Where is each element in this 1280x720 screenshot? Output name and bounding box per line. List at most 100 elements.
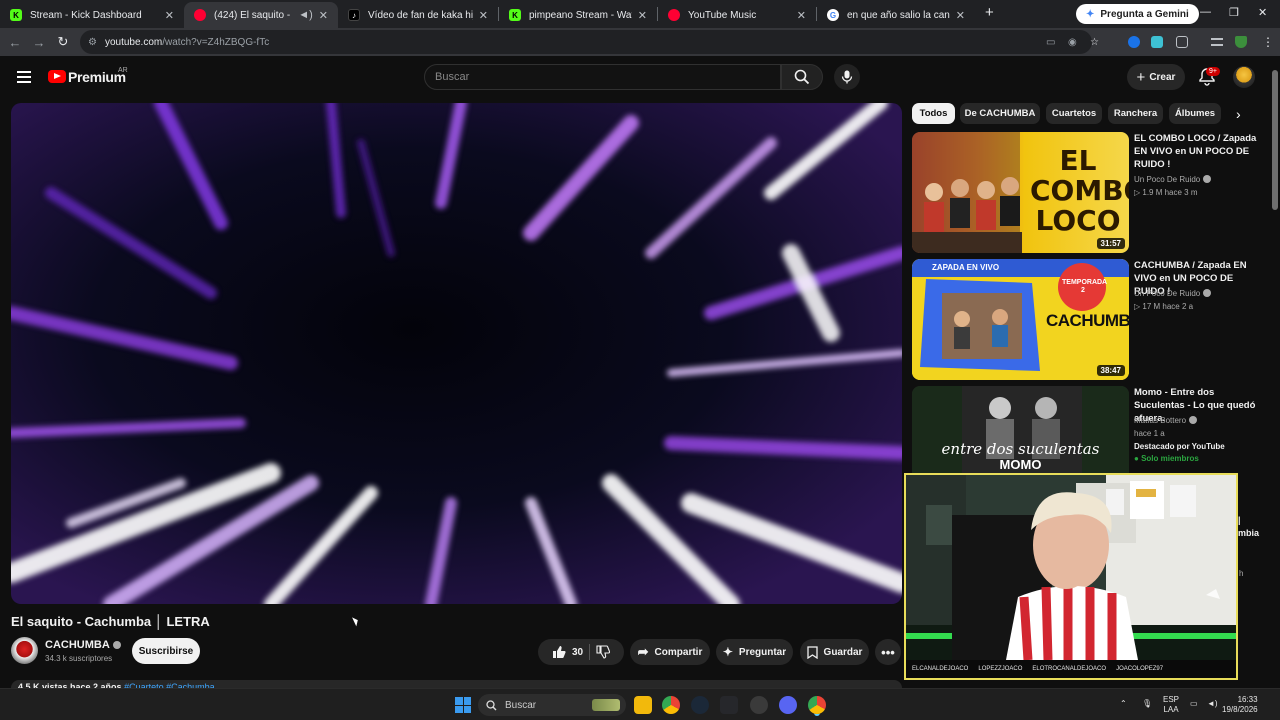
tab-kick-pimpeano[interactable]: K pimpeano Stream - Watch Live ✕ bbox=[499, 2, 657, 28]
search-highlight-icon bbox=[592, 699, 620, 711]
menu-icon[interactable]: ⋮ bbox=[1262, 35, 1274, 49]
video-player[interactable] bbox=[11, 103, 902, 604]
search-button[interactable] bbox=[781, 64, 823, 90]
rec-thumbnail[interactable]: ZAPADA EN VIVO TEMPORADA 2 CACHUMBA 38:4… bbox=[912, 259, 1129, 380]
clock-date: 19/8/2026 bbox=[1222, 705, 1258, 714]
verified-icon bbox=[1203, 289, 1212, 297]
maximize-icon[interactable]: ❐ bbox=[1229, 6, 1239, 19]
forward-icon[interactable]: → bbox=[27, 35, 51, 50]
chevron-right-icon[interactable]: › bbox=[1236, 106, 1241, 122]
save-button[interactable]: Guardar bbox=[800, 639, 869, 665]
tab-google-search[interactable]: G en que año salio la cancion jho ✕ bbox=[817, 2, 975, 28]
cast-icon[interactable]: ▭ bbox=[1046, 37, 1055, 48]
hamburger-menu-icon[interactable] bbox=[17, 71, 31, 83]
volume-icon[interactable]: ◄) bbox=[1207, 699, 1218, 709]
google-icon: G bbox=[827, 9, 839, 21]
file-explorer-icon[interactable] bbox=[634, 696, 652, 714]
lang-code: ESP bbox=[1163, 695, 1180, 704]
tab-youtube-music[interactable]: YouTube Music ✕ bbox=[658, 2, 816, 28]
more-actions-button[interactable]: ••• bbox=[875, 639, 901, 665]
webcam-overlay: ELCANALDEJOACO LOPEZZJOACO ELOTROCANALDE… bbox=[904, 473, 1238, 680]
puzzle-icon[interactable] bbox=[1176, 36, 1188, 48]
search-icon bbox=[794, 69, 810, 85]
reload-icon[interactable]: ↻ bbox=[51, 34, 75, 50]
subscribe-button[interactable]: Suscribirse bbox=[132, 638, 200, 664]
language-indicator[interactable]: ESP LAA bbox=[1163, 695, 1179, 715]
discord-icon[interactable] bbox=[779, 696, 797, 714]
obs-icon[interactable] bbox=[750, 696, 768, 714]
taskbar-clock[interactable]: 16:33 19/8/2026 bbox=[1222, 695, 1258, 715]
eye-icon[interactable]: ◉ bbox=[1068, 37, 1077, 48]
account-avatar[interactable] bbox=[1233, 66, 1255, 88]
app-icon[interactable] bbox=[720, 696, 738, 714]
network-icon[interactable]: ▭ bbox=[1190, 699, 1198, 709]
windows-taskbar: Buscar ⌃ 🎙 ESP LAA ▭ ◄) 16:33 19/8/2026 bbox=[0, 688, 1280, 720]
rec-channel-name: Un Poco De Ruido bbox=[1134, 289, 1201, 298]
thumbs-down-icon[interactable] bbox=[596, 645, 611, 659]
create-label: Crear bbox=[1149, 71, 1176, 83]
microphone-tray-icon[interactable]: 🎙 bbox=[1142, 699, 1152, 709]
tab-kick-dashboard[interactable]: K Stream - Kick Dashboard ✕ bbox=[0, 2, 184, 28]
rec-title[interactable]: EL COMBO LOCO / Zapada EN VIVO en UN POC… bbox=[1134, 132, 1264, 171]
channel-name-text: CACHUMBA bbox=[45, 639, 110, 651]
minimize-icon[interactable]: — bbox=[1200, 6, 1211, 18]
chrome-icon[interactable] bbox=[662, 696, 680, 714]
translate-icon[interactable] bbox=[1151, 36, 1163, 48]
search-input[interactable]: Buscar bbox=[424, 64, 781, 90]
chip-cuartetos[interactable]: Cuartetos bbox=[1046, 103, 1102, 124]
youtube-logo-icon[interactable] bbox=[48, 70, 66, 83]
taskbar-search[interactable]: Buscar bbox=[478, 694, 626, 716]
address-bar[interactable]: ⚙ youtube.com/watch?v=Z4hZBQG-fTc ▭ ◉ ☆ bbox=[80, 30, 1099, 54]
windows-start-icon[interactable] bbox=[455, 697, 471, 713]
rec-stats-text: 17 M hace 2 a bbox=[1142, 302, 1194, 311]
chip-todos[interactable]: Todos bbox=[912, 103, 955, 124]
site-info-icon[interactable]: ⚙ bbox=[88, 37, 97, 48]
close-icon[interactable]: ✕ bbox=[165, 9, 174, 22]
share-button[interactable]: ➦ Compartir bbox=[630, 639, 710, 665]
close-icon[interactable]: ✕ bbox=[638, 9, 647, 22]
duration-badge: 38:47 bbox=[1096, 365, 1125, 376]
shield-icon[interactable] bbox=[1235, 36, 1247, 48]
tab-tiktok[interactable]: ♪ Vídeo de fan de kaka hijo de D ✕ bbox=[338, 2, 498, 28]
chip-ranchera[interactable]: Ranchera bbox=[1108, 103, 1163, 124]
new-tab-button[interactable]: + bbox=[985, 1, 994, 27]
tab-youtube-saquito[interactable]: (424) El saquito - Cachumba ◄) ✕ bbox=[184, 2, 338, 28]
browser-toolbar: ← → ↻ ⚙ youtube.com/watch?v=Z4hZBQG-fTc … bbox=[0, 28, 1280, 56]
channel-name[interactable]: CACHUMBA bbox=[45, 639, 121, 651]
back-icon[interactable]: ← bbox=[3, 35, 27, 50]
extension-icon[interactable] bbox=[1128, 36, 1140, 48]
featured-label: Destacado por YouTube bbox=[1134, 442, 1225, 451]
chrome-active-icon[interactable] bbox=[808, 696, 826, 714]
scrollbar-thumb[interactable] bbox=[1272, 70, 1278, 210]
channel-avatar[interactable] bbox=[11, 637, 38, 664]
rec-channel[interactable]: Un Poco De Ruido bbox=[1134, 289, 1212, 298]
chip-de-cachumba[interactable]: De CACHUMBA bbox=[960, 103, 1040, 124]
like-button[interactable]: 30 bbox=[552, 645, 583, 659]
tab-search-icon[interactable] bbox=[1211, 38, 1223, 46]
tab-title: Stream - Kick Dashboard bbox=[30, 9, 142, 21]
rec-thumbnail[interactable]: EL COMBO LOCO 31:57 bbox=[912, 132, 1129, 253]
close-icon[interactable]: ✕ bbox=[319, 9, 328, 22]
close-icon[interactable]: ✕ bbox=[797, 9, 806, 22]
rec-channel[interactable]: Un Poco De Ruido bbox=[1134, 175, 1212, 184]
chevron-up-icon[interactable]: ⌃ bbox=[1120, 699, 1127, 709]
steam-icon[interactable] bbox=[691, 696, 709, 714]
chip-albumes[interactable]: Álbumes bbox=[1169, 103, 1221, 124]
rec-title-partial[interactable]: | mbia bbox=[1238, 514, 1259, 540]
rec-channel[interactable]: Matías Bottero bbox=[1134, 416, 1198, 425]
gemini-button[interactable]: ✦ Pregunta a Gemini bbox=[1076, 4, 1199, 24]
notification-badge: 9+ bbox=[1206, 67, 1220, 76]
voice-search-button[interactable] bbox=[834, 64, 860, 90]
kick-icon: K bbox=[509, 9, 521, 21]
rec-thumbnail[interactable]: entre dos suculentas MOMO bbox=[912, 386, 1129, 474]
bookmark-star-icon[interactable]: ☆ bbox=[1090, 37, 1099, 48]
create-button[interactable]: + Crear bbox=[1127, 64, 1185, 90]
youtube-music-icon bbox=[668, 9, 680, 21]
thumbs-up-icon bbox=[552, 646, 566, 658]
url-path: /watch?v=Z4hZBQG-fTc bbox=[162, 36, 270, 48]
close-window-icon[interactable]: ✕ bbox=[1258, 6, 1267, 19]
speaker-icon[interactable]: ◄) bbox=[298, 9, 313, 21]
ask-button[interactable]: ✦ Preguntar bbox=[716, 639, 793, 665]
close-icon[interactable]: ✕ bbox=[956, 9, 965, 22]
close-icon[interactable]: ✕ bbox=[479, 9, 488, 22]
